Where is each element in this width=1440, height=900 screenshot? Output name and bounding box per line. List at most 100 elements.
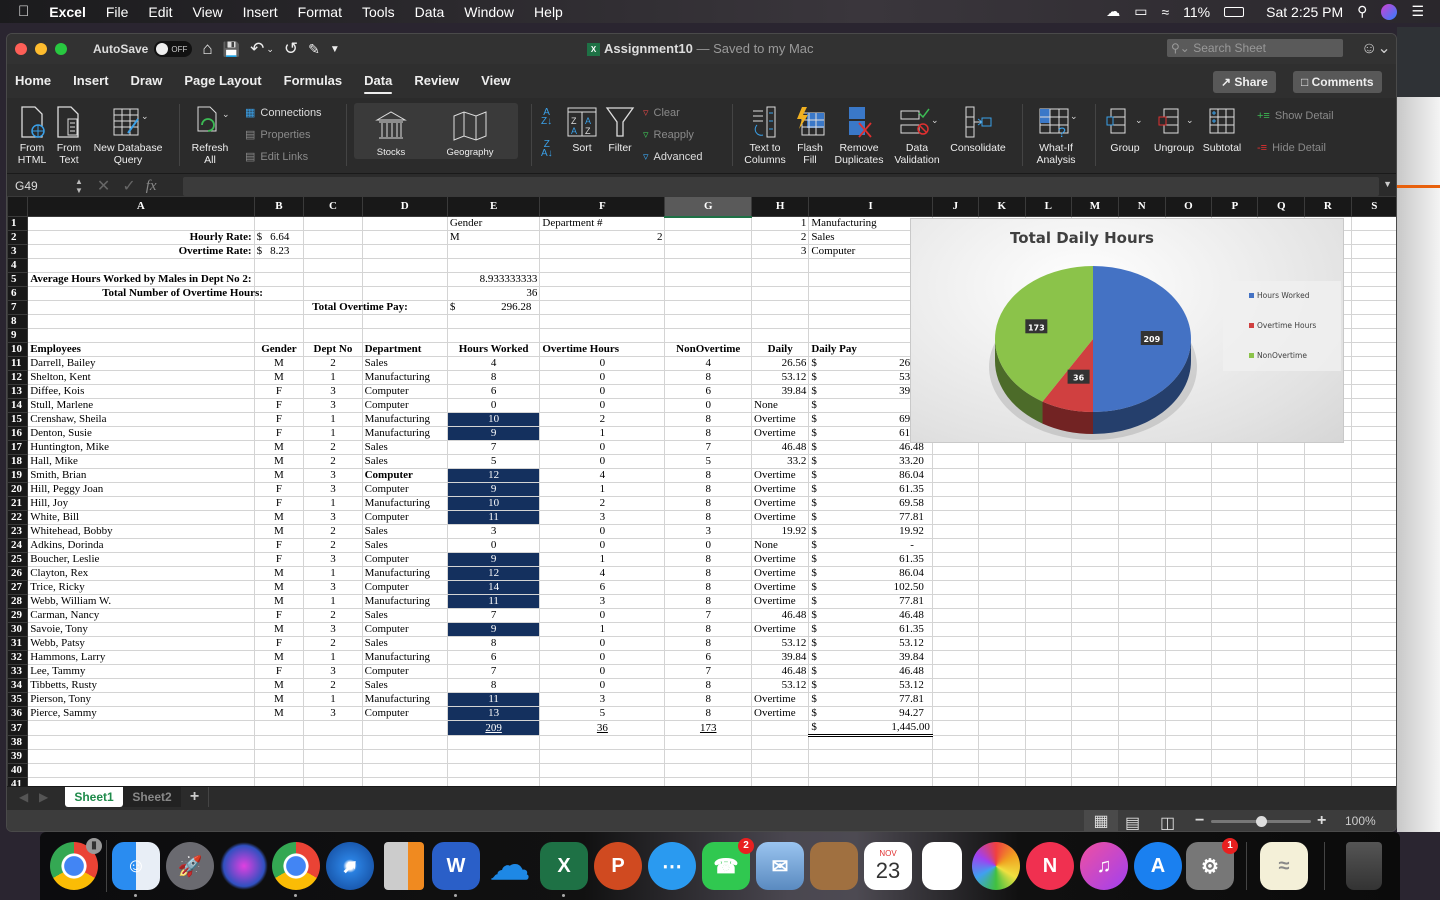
- cell-Q36[interactable]: [1257, 706, 1306, 721]
- cell-K31[interactable]: [977, 636, 1026, 651]
- cell-A8[interactable]: [27, 314, 255, 329]
- cell-H15[interactable]: Overtime: [751, 412, 810, 427]
- cell-D14[interactable]: Computer: [361, 398, 448, 413]
- cell-C17[interactable]: 2: [303, 440, 363, 455]
- cell-E7[interactable]: $296.28: [446, 300, 541, 315]
- normal-view-icon[interactable]: ▦: [1084, 810, 1118, 831]
- cell-E41[interactable]: [446, 777, 541, 786]
- notification-center-icon[interactable]: ☰: [1411, 3, 1424, 20]
- cell-A5[interactable]: Average Hours Worked by Males in Dept No…: [27, 272, 255, 287]
- cell-S16[interactable]: [1350, 426, 1396, 441]
- next-sheet-icon[interactable]: ▶: [39, 790, 48, 804]
- cell-P26[interactable]: [1211, 566, 1259, 581]
- row-header[interactable]: 27: [7, 580, 29, 595]
- cell-P36[interactable]: [1211, 706, 1259, 721]
- column-header-s[interactable]: S: [1350, 196, 1396, 217]
- cell-I24[interactable]: $ -: [808, 538, 933, 553]
- zoom-window-button[interactable]: [55, 43, 67, 55]
- cell-F38[interactable]: [539, 735, 666, 750]
- cell-F24[interactable]: 0: [539, 538, 666, 553]
- home-icon[interactable]: ⌂: [202, 39, 212, 59]
- row-header[interactable]: 13: [7, 384, 29, 399]
- cell-C40[interactable]: [303, 763, 363, 778]
- sort-ascending-button[interactable]: A Z↓: [541, 108, 552, 127]
- name-box[interactable]: G49: [15, 179, 75, 193]
- cell-A41[interactable]: [27, 777, 255, 786]
- cell-I34[interactable]: $53.12: [808, 678, 933, 693]
- consolidate-button[interactable]: Consolidate: [947, 104, 1009, 154]
- dock-grapher[interactable]: ≈: [1260, 842, 1308, 890]
- cell-G15[interactable]: 8: [664, 412, 753, 427]
- cell-B38[interactable]: [253, 735, 305, 750]
- cell-B41[interactable]: [253, 777, 305, 786]
- cell-N32[interactable]: [1118, 650, 1166, 665]
- cell-B40[interactable]: [253, 763, 305, 778]
- dock-calculator[interactable]: [384, 842, 424, 890]
- cell-D5[interactable]: [361, 272, 448, 287]
- cell-C21[interactable]: 1: [303, 496, 363, 511]
- cell-D22[interactable]: Computer: [361, 510, 448, 525]
- cell-S27[interactable]: [1350, 580, 1396, 595]
- cell-N26[interactable]: [1118, 566, 1166, 581]
- cell-A13[interactable]: Diffee, Kois: [27, 384, 255, 399]
- cell-B18[interactable]: M: [253, 454, 305, 469]
- cell-F11[interactable]: 0: [539, 356, 666, 371]
- cell-H39[interactable]: [751, 749, 810, 764]
- tab-data[interactable]: Data: [353, 64, 403, 98]
- cell-P29[interactable]: [1211, 608, 1259, 623]
- cell-Q29[interactable]: [1257, 608, 1306, 623]
- sort-button[interactable]: ZAAZ Sort: [565, 104, 599, 154]
- cell-E23[interactable]: 3: [446, 524, 541, 539]
- flash-fill-button[interactable]: Flash Fill: [793, 104, 827, 166]
- cell-N22[interactable]: [1118, 510, 1166, 525]
- cell-B15[interactable]: F: [253, 412, 305, 427]
- row-header[interactable]: 2: [7, 230, 29, 245]
- dock-launchpad[interactable]: 🚀: [166, 842, 214, 890]
- close-window-button[interactable]: [15, 43, 27, 55]
- row-header[interactable]: 30: [7, 622, 29, 637]
- cell-O38[interactable]: [1164, 735, 1213, 750]
- cell-N20[interactable]: [1118, 482, 1166, 497]
- cell-K41[interactable]: [977, 777, 1026, 786]
- cell-S31[interactable]: [1350, 636, 1396, 651]
- cell-L37[interactable]: [1024, 720, 1072, 736]
- autosave-toggle[interactable]: OFF: [154, 41, 193, 57]
- row-header[interactable]: 36: [7, 706, 29, 721]
- cell-G19[interactable]: 8: [664, 468, 753, 483]
- cell-D10[interactable]: Department: [361, 342, 448, 357]
- cell-S22[interactable]: [1350, 510, 1396, 525]
- cell-E3[interactable]: [446, 244, 541, 259]
- cell-F1[interactable]: Department #: [539, 216, 666, 231]
- cell-M24[interactable]: [1070, 538, 1120, 553]
- formula-input[interactable]: [183, 177, 1379, 196]
- cell-M19[interactable]: [1070, 468, 1120, 483]
- cell-G12[interactable]: 8: [664, 370, 753, 385]
- cell-Q33[interactable]: [1257, 664, 1306, 679]
- cell-G18[interactable]: 5: [664, 454, 753, 469]
- cell-L29[interactable]: [1024, 608, 1072, 623]
- cell-C38[interactable]: [303, 735, 363, 750]
- cell-G27[interactable]: 8: [664, 580, 753, 595]
- cell-D31[interactable]: Sales: [361, 636, 448, 651]
- cell-M26[interactable]: [1070, 566, 1120, 581]
- cell-D17[interactable]: Sales: [361, 440, 448, 455]
- dock-photos[interactable]: [972, 842, 1020, 890]
- cell-P38[interactable]: [1211, 735, 1259, 750]
- cell-K38[interactable]: [977, 735, 1026, 750]
- cell-E36[interactable]: 13: [446, 706, 541, 721]
- cell-N28[interactable]: [1118, 594, 1166, 609]
- cell-N39[interactable]: [1118, 749, 1166, 764]
- cell-D16[interactable]: Manufacturing: [361, 426, 448, 441]
- menu-file[interactable]: File: [96, 4, 139, 20]
- cell-I19[interactable]: $86.04: [808, 468, 933, 483]
- cell-S17[interactable]: [1350, 440, 1396, 455]
- cell-A39[interactable]: [27, 749, 255, 764]
- cell-P41[interactable]: [1211, 777, 1259, 786]
- connections-button[interactable]: ▦ Connections: [245, 106, 322, 120]
- cell-A34[interactable]: Tibbetts, Rusty: [27, 678, 255, 693]
- cell-I30[interactable]: $61.35: [808, 622, 933, 637]
- cell-D36[interactable]: Computer: [361, 706, 448, 721]
- cell-K40[interactable]: [977, 763, 1026, 778]
- cell-H13[interactable]: 39.84: [751, 384, 810, 399]
- column-header-i[interactable]: I: [808, 196, 933, 217]
